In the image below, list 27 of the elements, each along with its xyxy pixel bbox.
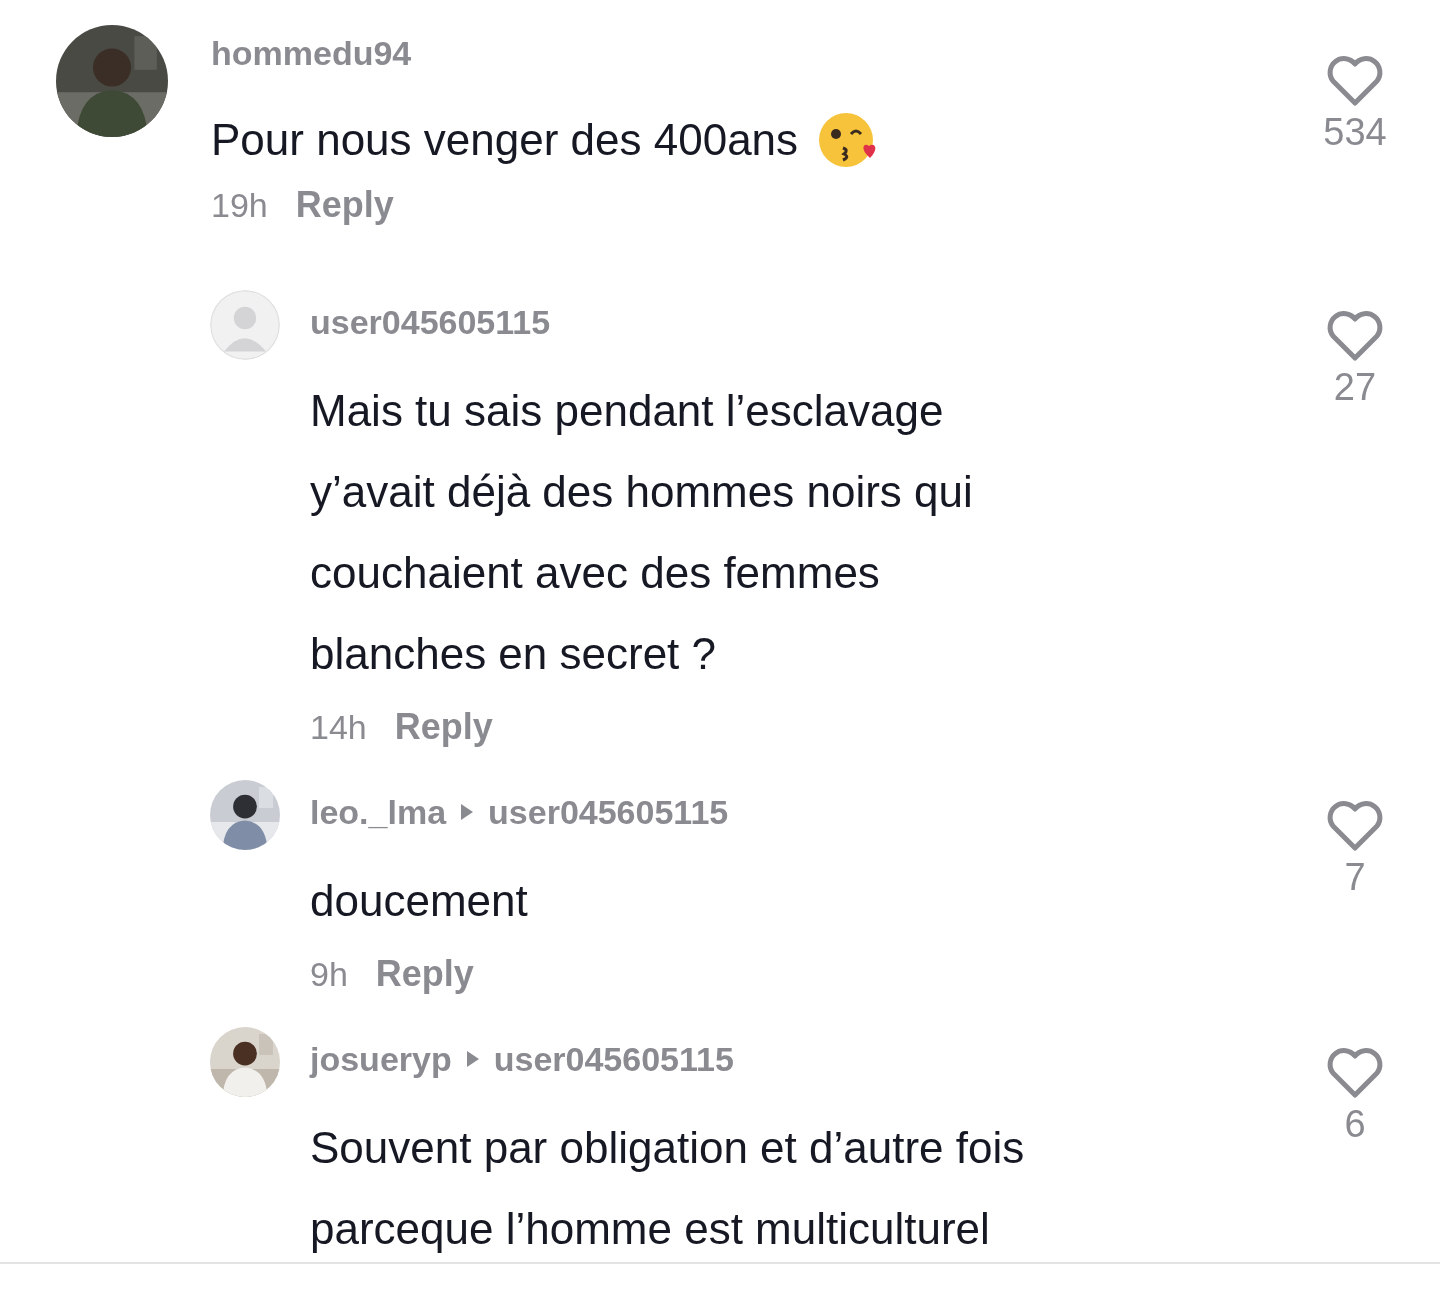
like-count: 534	[1323, 111, 1387, 154]
username[interactable]: user045605115	[310, 302, 551, 342]
reply-link[interactable]: Reply	[295, 184, 394, 226]
comment-time: 9h	[310, 954, 348, 994]
username[interactable]: hommedu94	[211, 33, 412, 73]
comment-text: doucement	[310, 875, 528, 927]
heart-icon[interactable]	[1326, 1047, 1384, 1099]
comment-time: 19h	[211, 185, 268, 225]
like-count: 27	[1333, 366, 1377, 409]
caret-icon	[460, 803, 475, 821]
reply-link[interactable]: Reply	[394, 706, 493, 748]
heart-icon[interactable]	[1326, 55, 1384, 107]
comment-text: Mais tu sais pendant l’esclavage y’avait déjà des hommes noirs qui couchaient avec des femmes blanches en secret ?	[310, 385, 973, 680]
username[interactable]: josueryp	[310, 1039, 452, 1079]
comment-text: Souvent par obligation et d’autre fois parceque l’homme est multiculturel	[310, 1122, 1025, 1255]
default-avatar-icon	[210, 290, 280, 360]
caret-icon	[465, 1050, 480, 1068]
comment-text: Pour nous venger des 400ans	[211, 114, 799, 166]
heart-icon[interactable]	[1326, 310, 1384, 362]
like-count: 6	[1344, 1103, 1366, 1146]
comment-time: 14h	[310, 707, 367, 747]
username[interactable]: leo._lma	[310, 792, 447, 832]
like-count: 7	[1344, 856, 1366, 899]
username[interactable]: user045605115	[488, 792, 729, 832]
reply-link[interactable]: Reply	[375, 953, 474, 995]
username[interactable]: user045605115	[493, 1039, 734, 1079]
heart-icon[interactable]	[1326, 800, 1384, 852]
